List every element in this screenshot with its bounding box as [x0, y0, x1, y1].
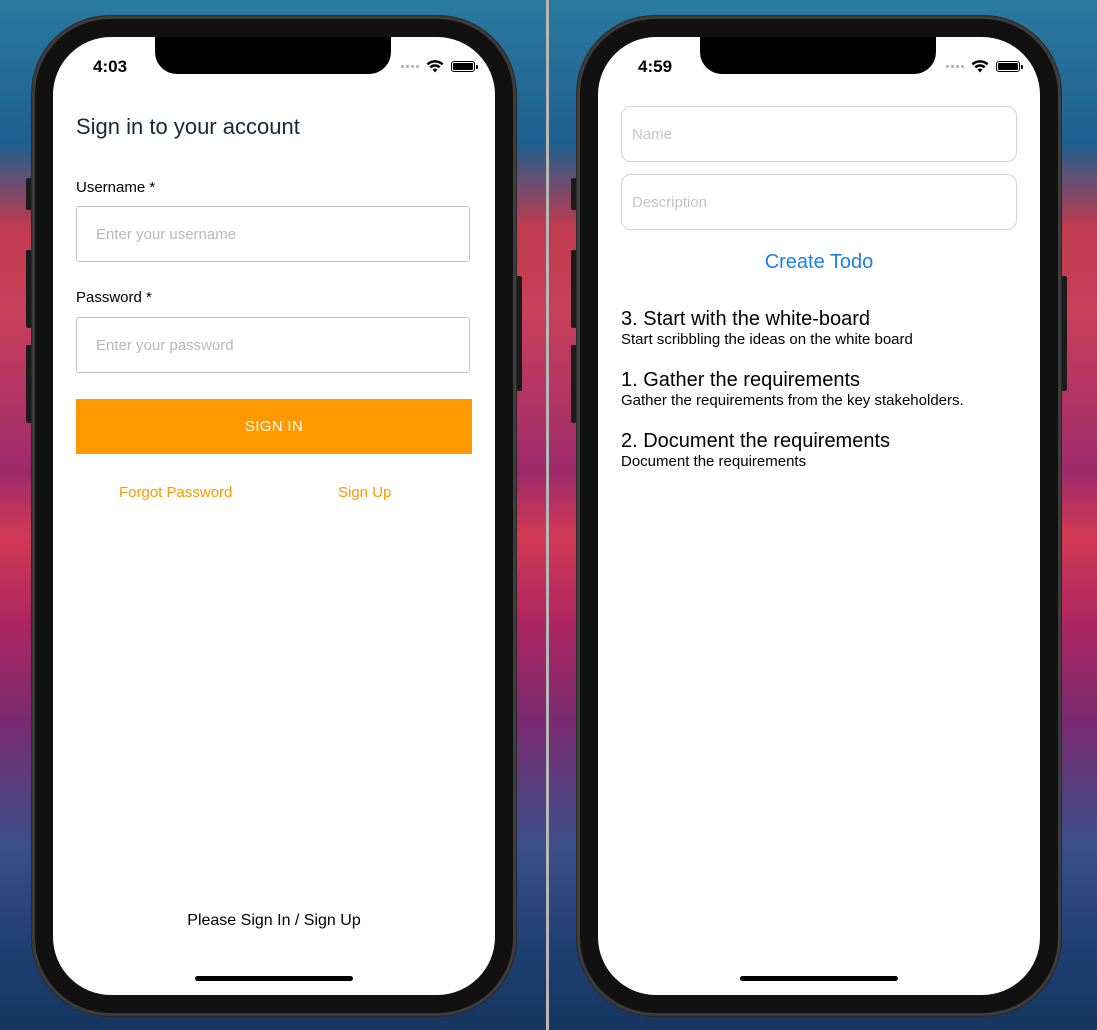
password-input[interactable]: Enter your password	[76, 317, 470, 373]
home-indicator[interactable]	[740, 976, 898, 981]
todo-name: 3. Start with the white-board	[621, 308, 871, 330]
forgot-password-link[interactable]: Forgot Password	[119, 484, 232, 501]
status-icons	[401, 59, 478, 73]
power-button	[1061, 276, 1067, 391]
username-label: Username *	[76, 179, 156, 196]
phone-sign-in: 4:03 Sign in to your account Username * …	[32, 16, 516, 1016]
sign-in-screen: 4:03 Sign in to your account Username * …	[53, 37, 495, 995]
cellular-signal-icon	[946, 64, 964, 68]
username-input[interactable]: Enter your username	[76, 206, 470, 262]
status-icons	[946, 59, 1023, 73]
todo-description: Gather the requirements from the key sta…	[621, 392, 964, 409]
todo-description: Document the requirements	[621, 453, 807, 470]
todo-name: 2. Document the requirements	[621, 430, 891, 452]
battery-icon	[996, 60, 1023, 72]
panel-divider	[546, 0, 549, 1030]
phone-todo: 4:59 Name Description Create Todo 3. Sta…	[577, 16, 1061, 1016]
status-time: 4:03	[93, 57, 128, 76]
status-time: 4:59	[638, 57, 673, 76]
wifi-icon	[971, 60, 989, 73]
todo-name: 1. Gather the requirements	[621, 369, 861, 391]
notch	[700, 37, 936, 74]
sign-in-button[interactable]: SIGN IN	[76, 399, 472, 454]
cellular-signal-icon	[401, 64, 419, 68]
todo-item: 3. Start with the white-board Start scri…	[621, 308, 913, 350]
sign-up-link[interactable]: Sign Up	[338, 484, 391, 501]
todo-screen: 4:59 Name Description Create Todo 3. Sta…	[598, 37, 1040, 995]
home-indicator[interactable]	[195, 976, 353, 981]
todo-item: 1. Gather the requirements Gather the re…	[621, 369, 964, 411]
notch	[155, 37, 391, 74]
todo-description: Start scribbling the ideas on the white …	[621, 331, 913, 348]
password-label: Password *	[76, 289, 152, 306]
todo-item: 2. Document the requirements Document th…	[621, 430, 890, 472]
power-button	[516, 276, 522, 391]
wifi-icon	[426, 60, 444, 73]
battery-icon	[451, 60, 478, 72]
description-input[interactable]: Description	[621, 174, 1017, 230]
name-input[interactable]: Name	[621, 106, 1017, 162]
footer-text: Please Sign In / Sign Up	[187, 912, 361, 929]
create-todo-button[interactable]: Create Todo	[598, 251, 1040, 274]
page-title: Sign in to your account	[76, 114, 300, 139]
